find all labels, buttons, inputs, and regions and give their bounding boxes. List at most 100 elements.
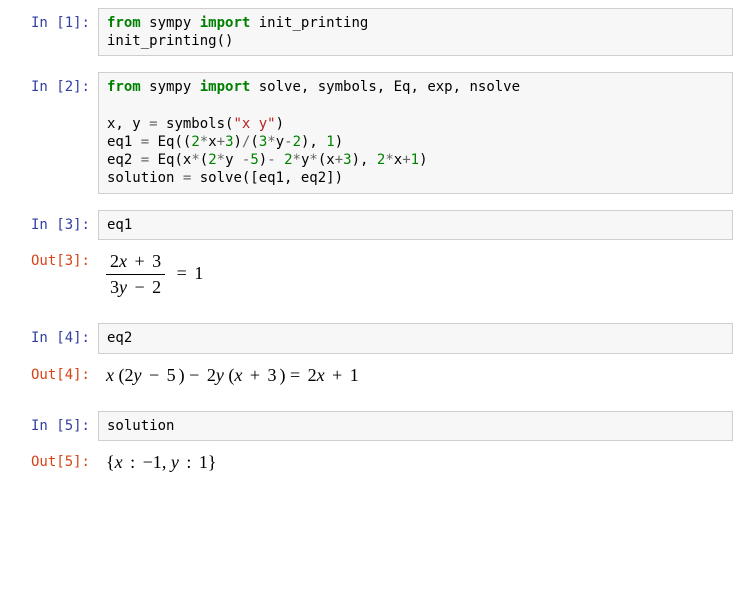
code-text: symbols( xyxy=(158,116,234,132)
output-cell-4: Out[4]: x (2y − 5) − 2y (x + 3) = 2x + 1 xyxy=(8,360,733,395)
math-n: 2 xyxy=(110,251,119,271)
code-text: y xyxy=(225,152,242,168)
in-prompt-5: In [5]: xyxy=(8,411,98,435)
math-n: 1 xyxy=(199,452,208,472)
output-eq1: 2x + 3 3y − 2 = 1 xyxy=(98,246,733,308)
num: 1 xyxy=(411,152,419,168)
math-var: x xyxy=(119,251,127,271)
code-cell-4: In [4]: eq2 xyxy=(8,323,733,353)
code-text: x xyxy=(394,152,402,168)
math-op: − xyxy=(127,277,152,297)
math-paren: ( xyxy=(114,365,125,385)
op: * xyxy=(293,152,301,168)
math-n: 1 xyxy=(194,263,203,283)
fraction-denominator: 3y − 2 xyxy=(106,275,165,299)
num: 1 xyxy=(326,134,334,150)
op: + xyxy=(217,134,225,150)
kw-import: import xyxy=(200,15,251,31)
kw-import: import xyxy=(200,79,251,95)
math-var: x xyxy=(115,452,123,472)
math-var: x xyxy=(317,365,325,385)
code-input-3[interactable]: eq1 xyxy=(98,210,733,240)
math-n: 2 xyxy=(207,365,216,385)
math-var: x xyxy=(106,365,114,385)
math-brace: } xyxy=(208,452,217,472)
code-text: x xyxy=(208,134,216,150)
op: * xyxy=(217,152,225,168)
math-brace: { xyxy=(106,452,115,472)
math-n: 2 xyxy=(125,365,134,385)
code-cell-3: In [3]: eq1 xyxy=(8,210,733,240)
code-text: solve([eq1, eq2]) xyxy=(191,170,343,186)
num: 3 xyxy=(225,134,233,150)
op: = xyxy=(149,116,157,132)
num: 2 xyxy=(293,134,301,150)
out-prompt-5: Out[5]: xyxy=(8,447,98,471)
code-text: ), xyxy=(352,152,377,168)
fraction: 2x + 3 3y − 2 xyxy=(106,250,165,300)
math-paren: ( xyxy=(224,365,235,385)
math-var: y xyxy=(216,365,224,385)
math-op: − xyxy=(142,365,167,385)
op: * xyxy=(385,152,393,168)
math-colon: : xyxy=(179,452,199,472)
in-prompt-3: In [3]: xyxy=(8,210,98,234)
code-text: sympy xyxy=(141,79,200,95)
op: * xyxy=(267,134,275,150)
code-text: eq2 xyxy=(107,330,132,346)
op: * xyxy=(191,152,199,168)
math-n: 2 xyxy=(152,277,161,297)
math-n: −1 xyxy=(143,452,162,472)
op: + xyxy=(335,152,343,168)
code-text: y xyxy=(276,134,284,150)
code-text: ) xyxy=(259,152,267,168)
code-input-4[interactable]: eq2 xyxy=(98,323,733,353)
math-n: 2 xyxy=(308,365,317,385)
math-colon: : xyxy=(123,452,143,472)
num: 2 xyxy=(284,152,292,168)
code-cell-2: In [2]: from sympy import solve, symbols… xyxy=(8,72,733,193)
output-cell-5: Out[5]: {x : −1, y : 1} xyxy=(8,447,733,482)
output-solution: {x : −1, y : 1} xyxy=(98,447,733,482)
code-input-5[interactable]: solution xyxy=(98,411,733,441)
math-n: 1 xyxy=(350,365,359,385)
op: * xyxy=(200,134,208,150)
code-text: sympy xyxy=(141,15,200,31)
math-op: + xyxy=(325,365,350,385)
code-input-2[interactable]: from sympy import solve, symbols, Eq, ex… xyxy=(98,72,733,193)
math-var: y xyxy=(119,277,127,297)
code-cell-5: In [5]: solution xyxy=(8,411,733,441)
code-text: (x xyxy=(318,152,335,168)
in-prompt-4: In [4]: xyxy=(8,323,98,347)
out-prompt-3: Out[3]: xyxy=(8,246,98,270)
kw-from: from xyxy=(107,79,141,95)
math-n: 3 xyxy=(110,277,119,297)
math-var: y xyxy=(134,365,142,385)
code-text: solution xyxy=(107,418,174,434)
op: - xyxy=(267,152,275,168)
op: = xyxy=(141,152,149,168)
op: * xyxy=(309,152,317,168)
code-text: Eq(( xyxy=(149,134,191,150)
code-cell-1: In [1]: from sympy import init_printing … xyxy=(8,8,733,56)
num: 2 xyxy=(191,134,199,150)
op: = xyxy=(141,134,149,150)
fraction-numerator: 2x + 3 xyxy=(106,250,165,275)
kw-from: from xyxy=(107,15,141,31)
math-op: + xyxy=(242,365,267,385)
math-n: 3 xyxy=(152,251,161,271)
code-text: ( xyxy=(200,152,208,168)
code-text: ( xyxy=(250,134,258,150)
math-op: ) = xyxy=(276,365,307,385)
math-n: 5 xyxy=(167,365,176,385)
op: - xyxy=(284,134,292,150)
in-prompt-1: In [1]: xyxy=(8,8,98,32)
math-op: ) − xyxy=(176,365,207,385)
code-text: Eq(x xyxy=(149,152,191,168)
output-eq2: x (2y − 5) − 2y (x + 3) = 2x + 1 xyxy=(98,360,733,395)
code-text: ) xyxy=(234,134,242,150)
string-literal: "x y" xyxy=(233,116,275,132)
num: 5 xyxy=(250,152,258,168)
math-var: y xyxy=(171,452,179,472)
code-input-1[interactable]: from sympy import init_printing init_pri… xyxy=(98,8,733,56)
